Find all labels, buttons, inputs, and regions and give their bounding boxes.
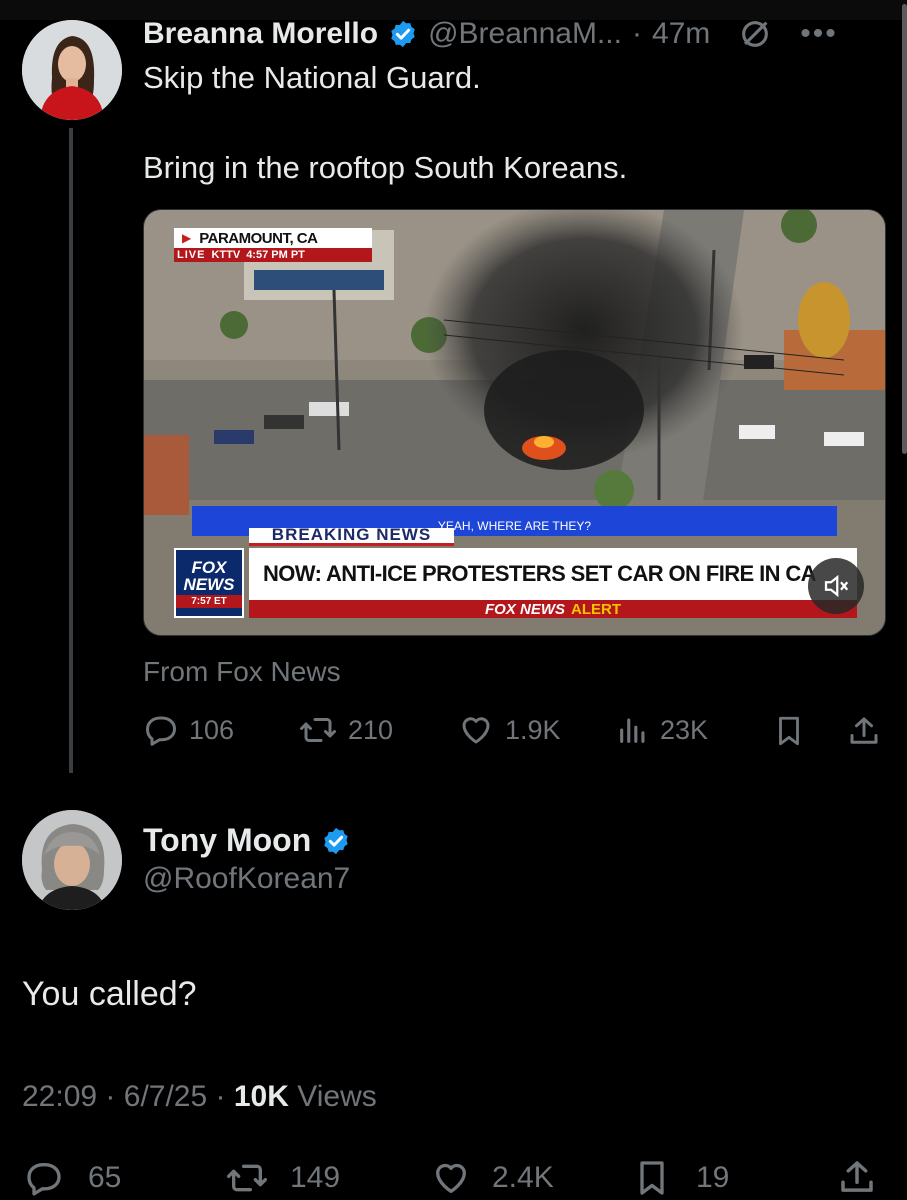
separator: ·	[215, 1080, 226, 1113]
share-icon[interactable]	[836, 1156, 878, 1198]
repost-count: 149	[290, 1161, 341, 1194]
location-label: PARAMOUNT, CA	[199, 229, 318, 247]
reply-icon	[27, 1163, 61, 1196]
author-name[interactable]: Tony Moon	[143, 822, 311, 859]
verified-badge-icon	[324, 827, 348, 854]
tweet-header: Breanna Morello @BreannaM... · 47m •••	[143, 14, 838, 54]
views-count[interactable]: 10K	[234, 1080, 289, 1113]
bookmark-button[interactable]: 19	[632, 1158, 729, 1198]
separator: ·	[105, 1080, 116, 1113]
breaking-news-label: BREAKING NEWS	[249, 528, 454, 546]
bookmark-icon[interactable]	[772, 713, 806, 749]
author-name[interactable]: Breanna Morello	[143, 17, 378, 51]
thread-connector-line	[69, 128, 73, 773]
alert-bar: FOX NEWS ALERT	[249, 600, 857, 618]
bookmark-count: 19	[696, 1161, 730, 1194]
repost-button[interactable]: 149	[222, 1158, 340, 1198]
repost-button[interactable]: 210	[298, 712, 393, 748]
volume-muted-icon	[824, 574, 849, 598]
like-count: 1.9K	[505, 714, 561, 745]
author-handle[interactable]: @RoofKorean7	[143, 862, 350, 896]
bookmark-icon	[640, 1161, 664, 1195]
reply-header: Tony Moon	[143, 822, 351, 859]
reply-count: 106	[189, 714, 235, 745]
scrollbar[interactable]	[902, 4, 907, 454]
post-time[interactable]: 22:09	[22, 1080, 97, 1113]
video-media[interactable]: ▶ PARAMOUNT, CA LIVE KTTV 4:57 PM PT YEA…	[143, 209, 886, 636]
tweet-text-line-1: Skip the National Guard.	[143, 60, 481, 95]
reply-text: You called?	[22, 975, 197, 1013]
more-options-icon[interactable]: •••	[800, 17, 838, 51]
reply-button[interactable]: 65	[22, 1158, 121, 1198]
mute-button[interactable]	[808, 558, 864, 614]
heart-icon	[462, 717, 490, 744]
separator: ·	[631, 17, 642, 50]
repost-icon	[300, 718, 336, 742]
reply-button[interactable]: 106	[143, 712, 234, 748]
views-count: 23K	[660, 714, 709, 745]
headline-text: NOW: ANTI-ICE PROTESTERS SET CAR ON FIRE…	[263, 561, 817, 586]
analytics-icon	[620, 718, 645, 743]
local-time-label: 4:57 PM PT	[246, 249, 305, 261]
fox-news-logo: FOX NEWS 7:57 ET	[174, 548, 244, 618]
avatar[interactable]	[22, 810, 122, 910]
media-source[interactable]: From Fox News	[143, 656, 341, 688]
tweet-text-line-2: Bring in the rooftop South Koreans.	[143, 150, 628, 185]
heart-icon	[436, 1163, 466, 1193]
like-count: 2.4K	[492, 1161, 554, 1194]
like-button[interactable]: 1.9K	[457, 712, 561, 748]
station-label: KTTV	[211, 249, 241, 261]
repost-icon	[227, 1164, 268, 1192]
timestamp-line: 22:09 · 6/7/25 · 10K Views	[22, 1080, 377, 1114]
views-button[interactable]: 23K	[616, 712, 708, 748]
repost-count: 210	[348, 714, 394, 745]
avatar[interactable]	[22, 20, 122, 120]
headline-bar: NOW: ANTI-ICE PROTESTERS SET CAR ON FIRE…	[249, 548, 857, 600]
grok-icon[interactable]	[738, 17, 772, 51]
post-date[interactable]: 6/7/25	[124, 1080, 207, 1113]
share-icon[interactable]	[846, 713, 882, 749]
like-button[interactable]: 2.4K	[428, 1158, 554, 1198]
tweet-time[interactable]: 47m	[652, 17, 710, 51]
views-label: Views	[297, 1080, 377, 1113]
author-handle[interactable]: @BreannaM...	[428, 17, 622, 51]
live-label: LIVE	[177, 249, 206, 261]
location-bug: ▶ PARAMOUNT, CA LIVE KTTV 4:57 PM PT	[174, 228, 372, 262]
verified-badge-icon	[391, 20, 415, 48]
reply-count: 65	[88, 1161, 122, 1194]
reply-icon	[146, 716, 176, 746]
